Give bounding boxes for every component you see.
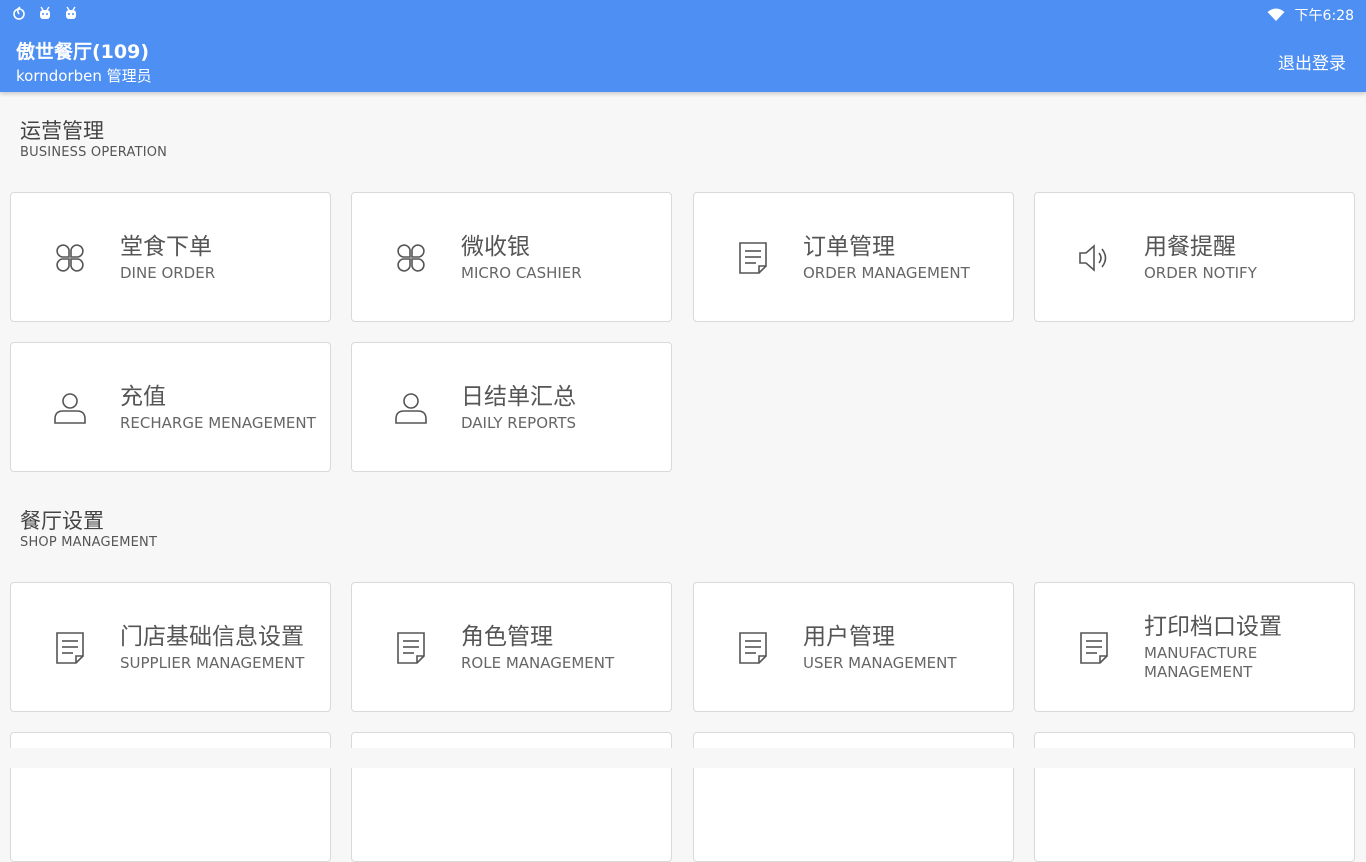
speaker-icon [1075, 239, 1113, 277]
wifi-icon [1267, 8, 1285, 21]
tile-title: 用户管理 [803, 623, 895, 650]
tile-subtitle: DINE ORDER [120, 263, 216, 282]
tile-subtitle: MICRO CASHIER [461, 263, 582, 282]
section-subtitle-shop: SHOP MANAGEMENT [20, 535, 158, 550]
tile-subtitle: SUPPLIER MANAGEMENT [120, 653, 305, 672]
android-icon [66, 6, 76, 19]
tile-title: 堂食下单 [120, 233, 212, 260]
swirl-icon [13, 6, 25, 20]
tile-title: 角色管理 [461, 623, 553, 650]
tile-print-stall[interactable]: 打印档口设置 MANUFACTURE MANAGEMENT [1034, 582, 1355, 712]
tile-role-management[interactable]: 角色管理 ROLE MANAGEMENT [351, 582, 672, 712]
clover-icon [392, 239, 430, 277]
tile-subtitle: USER MANAGEMENT [803, 653, 957, 672]
tile-subtitle: RECHARGE MENAGEMENT [120, 413, 316, 432]
logout-button[interactable]: 退出登录 [1278, 49, 1346, 74]
tile-subtitle: MANUFACTURE MANAGEMENT [1144, 644, 1258, 681]
tile-title: 订单管理 [803, 233, 895, 260]
user-role-label: korndorben 管理员 [16, 67, 152, 85]
tile-order-management[interactable]: 订单管理 ORDER MANAGEMENT [693, 192, 1014, 322]
tile-store-info[interactable]: 门店基础信息设置 SUPPLIER MANAGEMENT [10, 582, 331, 712]
tile-micro-cashier[interactable]: 微收银 MICRO CASHIER [351, 192, 672, 322]
document-icon [734, 239, 772, 277]
tile-title: 微收银 [461, 233, 530, 260]
document-icon [1075, 629, 1113, 667]
document-icon [392, 629, 430, 667]
tile-title: 门店基础信息设置 [120, 623, 304, 650]
app-bar: 下午6:28 傲世餐厅(109) korndorben 管理员 退出登录 [0, 0, 1366, 92]
tile-title: 用餐提醒 [1144, 233, 1236, 260]
tile-subtitle: DAILY REPORTS [461, 413, 577, 432]
user-icon [392, 389, 430, 427]
status-bar-notifications [12, 5, 78, 21]
tile-subtitle: ORDER MANAGEMENT [803, 263, 970, 282]
restaurant-title: 傲世餐厅(109) [16, 41, 150, 63]
user-icon [51, 389, 89, 427]
tile-daily-reports[interactable]: 日结单汇总 DAILY REPORTS [351, 342, 672, 472]
tile-title: 充值 [120, 383, 166, 410]
tile-subtitle: ROLE MANAGEMENT [461, 653, 615, 672]
clover-icon [51, 239, 89, 277]
tile-title: 打印档口设置 [1144, 614, 1282, 640]
tile-order-notify[interactable]: 用餐提醒 ORDER NOTIFY [1034, 192, 1355, 322]
section-subtitle-operation: BUSINESS OPERATION [20, 145, 168, 160]
tile-recharge[interactable]: 充值 RECHARGE MENAGEMENT [10, 342, 331, 472]
tile-title: 日结单汇总 [461, 383, 576, 410]
document-icon [734, 629, 772, 667]
android-icon [40, 6, 50, 19]
bottom-edge [0, 748, 1366, 768]
status-time: 下午6:28 [1294, 8, 1354, 24]
status-bar-system: 下午6:28 [1267, 5, 1354, 25]
section-title-shop: 餐厅设置 [20, 509, 104, 533]
tile-subtitle: ORDER NOTIFY [1144, 263, 1257, 282]
tile-user-management[interactable]: 用户管理 USER MANAGEMENT [693, 582, 1014, 712]
section-title-operation: 运营管理 [20, 119, 104, 143]
document-icon [51, 629, 89, 667]
tile-dine-order[interactable]: 堂食下单 DINE ORDER [10, 192, 331, 322]
